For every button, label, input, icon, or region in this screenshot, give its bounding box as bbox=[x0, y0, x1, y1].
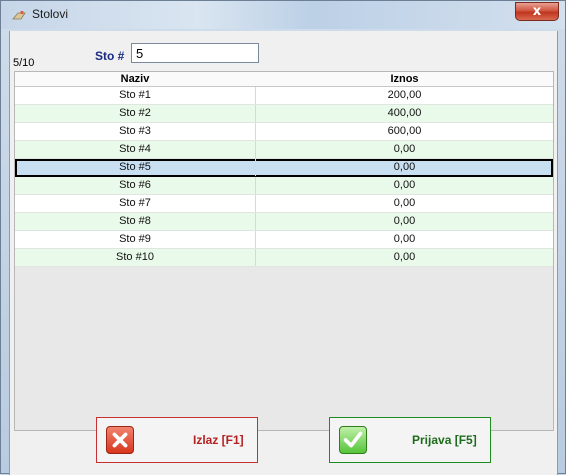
table-row[interactable]: Sto #8 0,00 bbox=[15, 213, 553, 231]
cell-naziv: Sto #2 bbox=[119, 107, 151, 119]
cell-iznos: 0,00 bbox=[393, 233, 416, 245]
table-row[interactable]: Sto #4 0,00 bbox=[15, 141, 553, 159]
record-counter: 5/10 bbox=[13, 57, 35, 69]
cell-naziv: Sto #4 bbox=[119, 143, 151, 155]
cell-naziv: Sto #7 bbox=[119, 197, 151, 209]
close-icon: x bbox=[532, 4, 542, 19]
app-icon bbox=[12, 10, 26, 20]
cell-iznos: 0,00 bbox=[393, 197, 416, 209]
cell-iznos: 0,00 bbox=[393, 215, 416, 227]
cell-naziv: Sto #10 bbox=[116, 251, 154, 263]
table-row[interactable]: Sto #6 0,00 bbox=[15, 177, 553, 195]
cell-naziv: Sto #3 bbox=[119, 125, 151, 137]
checkmark-icon bbox=[339, 426, 367, 454]
table-row[interactable]: Sto #1 200,00 bbox=[15, 87, 553, 105]
cell-naziv: Sto #8 bbox=[119, 215, 151, 227]
table-row[interactable]: Sto #7 0,00 bbox=[15, 195, 553, 213]
tables-grid[interactable]: Naziv Iznos Sto #1 200,00 Sto #2 400,00 Sto … bbox=[14, 71, 554, 431]
exit-button[interactable]: Izlaz [F1] bbox=[96, 417, 258, 463]
cell-naziv: Sto #6 bbox=[119, 179, 151, 191]
column-header-naziv[interactable]: Naziv bbox=[15, 72, 255, 86]
cell-iznos: 0,00 bbox=[393, 179, 416, 191]
cell-naziv: Sto #5 bbox=[119, 161, 151, 173]
client-area: 5/10 Sto # Naziv Iznos Sto #1200,00Sto #… bbox=[9, 31, 558, 475]
close-button[interactable]: x bbox=[515, 2, 559, 21]
login-button[interactable]: Prijava [F5] bbox=[329, 417, 491, 463]
table-row[interactable]: Sto #3 600,00 bbox=[15, 123, 553, 141]
title-bar[interactable]: Stolovi x bbox=[1, 1, 565, 29]
cell-iznos: 200,00 bbox=[387, 89, 422, 101]
cell-iznos: 0,00 bbox=[393, 161, 416, 173]
table-row[interactable]: Sto #10 0,00 bbox=[15, 249, 553, 267]
column-header-iznos[interactable]: Iznos bbox=[256, 72, 553, 86]
cell-naziv: Sto #9 bbox=[119, 233, 151, 245]
cell-iznos: 0,00 bbox=[393, 251, 416, 263]
table-row[interactable]: Sto #9 0,00 bbox=[15, 231, 553, 249]
table-number-label: Sto # bbox=[95, 49, 125, 63]
grid-header: Naziv Iznos bbox=[15, 72, 553, 87]
table-row[interactable]: Sto #2 400,00 bbox=[15, 105, 553, 123]
window-title: Stolovi bbox=[32, 7, 69, 21]
login-button-label: Prijava [F5] bbox=[412, 433, 477, 447]
exit-button-label: Izlaz [F1] bbox=[193, 433, 244, 447]
cell-iznos: 0,00 bbox=[393, 143, 416, 155]
x-icon bbox=[106, 426, 134, 454]
stolovi-window: Stolovi x 5/10 Sto # Naziv Iznos Sto #1 2… bbox=[0, 0, 566, 475]
table-row[interactable]: Sto #5 0,00 bbox=[15, 159, 553, 177]
cell-iznos: 600,00 bbox=[387, 125, 422, 137]
cell-iznos: 400,00 bbox=[387, 107, 422, 119]
cell-naziv: Sto #1 bbox=[119, 89, 151, 101]
table-number-input[interactable] bbox=[131, 43, 259, 63]
